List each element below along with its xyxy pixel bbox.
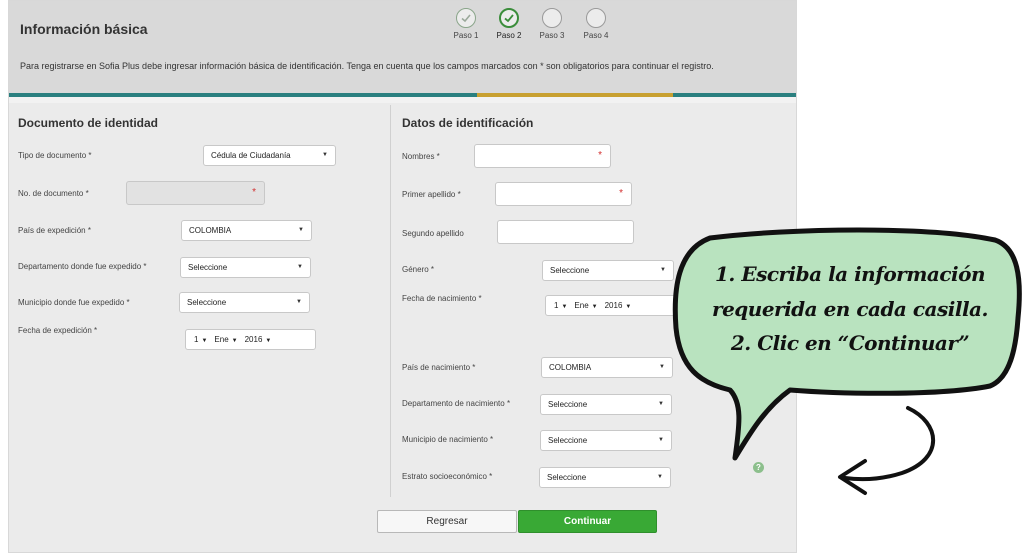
pais-expedicion-select[interactable]: COLOMBIA ▼ — [181, 220, 312, 241]
nombres-input[interactable]: * — [474, 144, 611, 168]
check-icon — [499, 8, 519, 28]
continuar-button[interactable]: Continuar — [518, 510, 657, 533]
fecha-expedicion-picker[interactable]: 1 ▼ Ene ▼ 2016 ▼ — [185, 329, 316, 350]
check-icon — [456, 8, 476, 28]
intro-text: Para registrarse en Sofia Plus debe ingr… — [20, 61, 714, 71]
step-4[interactable]: Paso 4 — [576, 8, 616, 40]
chevron-down-icon: ▼ — [322, 152, 328, 158]
callout-line-2: requerida en cada casilla. — [712, 297, 988, 321]
genero-label: Género * — [402, 265, 435, 274]
page-title: Información básica — [20, 21, 148, 37]
primer-apellido-label: Primer apellido * — [402, 190, 461, 199]
municipio-expedicion-value: Seleccione — [187, 298, 227, 307]
genero-value: Seleccione — [550, 266, 590, 275]
numero-documento-label: No. de documento * — [18, 189, 89, 198]
column-divider — [390, 105, 391, 497]
day-value: 1 — [194, 335, 199, 344]
step-1[interactable]: Paso 1 — [446, 8, 486, 40]
year-select[interactable]: 2016 ▼ — [605, 301, 632, 310]
departamento-expedicion-select[interactable]: Seleccione ▼ — [180, 257, 311, 278]
required-asterisk: * — [252, 187, 256, 198]
municipio-expedicion-label: Municipio donde fue expedido * — [18, 298, 130, 307]
screenshot-stage: Información básica Paso 1 Paso 2 Paso 3 … — [0, 0, 1024, 555]
chevron-down-icon: ▼ — [625, 304, 632, 310]
segundo-apellido-input[interactable] — [497, 220, 634, 244]
estrato-label: Estrato socioeconómico * — [402, 472, 493, 481]
step-3-label: Paso 3 — [539, 31, 565, 40]
step-3[interactable]: Paso 3 — [532, 8, 572, 40]
fecha-nacimiento-label: Fecha de nacimiento * — [402, 294, 482, 303]
tipo-documento-select[interactable]: Cédula de Ciudadanía ▼ — [203, 145, 336, 166]
municipio-expedicion-select[interactable]: Seleccione ▼ — [179, 292, 310, 313]
step-circle-icon — [542, 8, 562, 28]
chevron-down-icon: ▼ — [231, 338, 238, 344]
primer-apellido-input[interactable]: * — [495, 182, 632, 206]
callout-line-1: 1. Escriba la información — [715, 262, 985, 286]
header: Información básica Paso 1 Paso 2 Paso 3 … — [9, 1, 796, 93]
step-1-label: Paso 1 — [453, 31, 479, 40]
step-2[interactable]: Paso 2 — [489, 8, 529, 40]
chevron-down-icon: ▼ — [201, 338, 208, 344]
section-title-documento: Documento de identidad — [18, 116, 159, 130]
callout-line-3: 2. Clic en “Continuar” — [730, 331, 970, 355]
pais-expedicion-value: COLOMBIA — [189, 226, 232, 235]
step-4-label: Paso 4 — [583, 31, 609, 40]
month-select[interactable]: Ene ▼ — [214, 335, 237, 344]
year-value: 2016 — [244, 335, 263, 344]
day-value: 1 — [554, 301, 559, 310]
section-title-datos: Datos de identificación — [402, 116, 534, 130]
nombres-label: Nombres * — [402, 152, 440, 161]
departamento-expedicion-value: Seleccione — [188, 263, 228, 272]
year-value: 2016 — [604, 301, 623, 310]
tipo-documento-value: Cédula de Ciudadanía — [211, 151, 291, 160]
pais-nacimiento-label: País de nacimiento * — [402, 363, 476, 372]
fecha-expedicion-label: Fecha de expedición * — [18, 326, 98, 335]
month-select[interactable]: Ene ▼ — [574, 301, 597, 310]
step-2-label: Paso 2 — [496, 31, 522, 40]
chevron-down-icon: ▼ — [297, 264, 303, 270]
chevron-down-icon: ▼ — [561, 304, 568, 310]
year-select[interactable]: 2016 ▼ — [245, 335, 272, 344]
estrato-value: Seleccione — [547, 473, 587, 482]
municipio-nacimiento-value: Seleccione — [548, 436, 588, 445]
day-select[interactable]: 1 ▼ — [554, 301, 567, 310]
month-value: Ene — [574, 301, 589, 310]
regresar-button[interactable]: Regresar — [377, 510, 517, 533]
departamento-nacimiento-label: Departamento de nacimiento * — [402, 399, 511, 408]
chevron-down-icon: ▼ — [265, 338, 272, 344]
required-asterisk: * — [619, 188, 623, 199]
segundo-apellido-label: Segundo apellido — [402, 229, 464, 238]
pais-nacimiento-value: COLOMBIA — [549, 363, 592, 372]
tipo-documento-label: Tipo de documento * — [18, 151, 92, 160]
departamento-nacimiento-value: Seleccione — [548, 400, 588, 409]
pais-expedicion-label: País de expedición * — [18, 226, 91, 235]
month-value: Ene — [214, 335, 229, 344]
departamento-expedicion-label: Departamento donde fue expedido * — [18, 262, 147, 271]
chevron-down-icon: ▼ — [298, 227, 304, 233]
curved-arrow-icon — [843, 406, 935, 482]
chevron-down-icon: ▼ — [591, 304, 598, 310]
body-top-strip — [9, 97, 796, 103]
step-circle-icon — [586, 8, 606, 28]
numero-documento-input[interactable]: * — [126, 181, 265, 205]
chevron-down-icon: ▼ — [296, 299, 302, 305]
day-select[interactable]: 1 ▼ — [194, 335, 207, 344]
required-asterisk: * — [598, 150, 602, 161]
municipio-nacimiento-label: Municipio de nacimiento * — [402, 435, 494, 444]
